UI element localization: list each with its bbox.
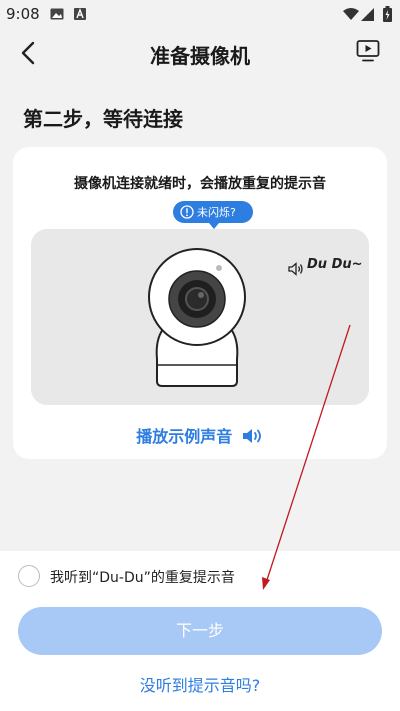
info-icon — [180, 205, 194, 219]
status-time: 9:08 — [6, 5, 40, 23]
play-sample-button[interactable]: 播放示例声音 — [13, 423, 387, 447]
wifi-icon — [343, 8, 359, 20]
instruction-card: 摄像机连接就绪时，会播放重复的提示音 未闪烁? Du Du~ 播放示例声音 — [13, 147, 387, 459]
card-hint: 摄像机连接就绪时，会播放重复的提示音 — [74, 176, 326, 192]
nav-bar: 准备摄像机 — [0, 28, 400, 78]
step-title: 第二步，等待连接 — [23, 107, 183, 131]
speaker-wave-icon — [242, 429, 261, 443]
a-icon — [74, 8, 86, 20]
page-title: 准备摄像机 — [150, 44, 250, 68]
tooltip-label: 未闪烁? — [197, 206, 236, 219]
play-sample-label: 播放示例声音 — [136, 427, 233, 446]
not-blinking-tooltip[interactable]: 未闪烁? — [173, 201, 253, 229]
not-heard-link[interactable]: 没听到提示音吗? — [0, 672, 400, 696]
signal-icon — [361, 8, 374, 21]
heard-confirm-label: 我听到“Du-Du”的重复提示音 — [50, 570, 235, 586]
status-bar: 9:08 — [0, 0, 400, 28]
battery-icon — [383, 6, 392, 22]
next-step-button[interactable]: 下一步 — [18, 607, 382, 655]
speaker-icon — [288, 262, 303, 276]
heard-confirm-checkbox[interactable] — [18, 565, 40, 587]
sound-text: Du Du~ — [307, 257, 363, 272]
camera-illustration-panel: Du Du~ — [31, 229, 369, 405]
bottom-sheet: 我听到“Du-Du”的重复提示音 下一步 没听到提示音吗? — [0, 551, 400, 711]
video-tutorial-icon[interactable] — [356, 39, 380, 63]
camera-illustration — [148, 248, 246, 387]
gallery-icon — [50, 8, 64, 20]
